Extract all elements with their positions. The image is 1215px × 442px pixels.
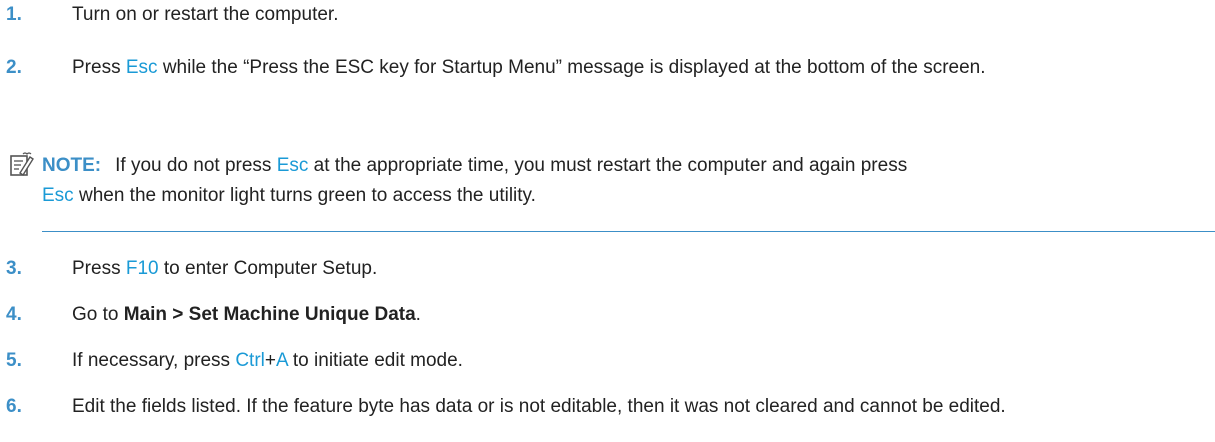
step-text: Turn on or restart the computer. bbox=[72, 4, 339, 25]
note-divider bbox=[42, 231, 1215, 232]
step-number: 6. bbox=[6, 396, 22, 417]
key-a: A bbox=[276, 350, 288, 371]
step-text: If necessary, press Ctrl+A to initiate e… bbox=[72, 350, 463, 371]
step-text: Press F10 to enter Computer Setup. bbox=[72, 258, 378, 279]
note-text: NOTE: If you do not press Esc at the appr… bbox=[42, 155, 908, 206]
menu-path: Main > Set Machine Unique Data bbox=[123, 304, 416, 325]
key-ctrl: Ctrl bbox=[235, 350, 265, 371]
step-text: Edit the fields listed. If the feature b… bbox=[72, 396, 1006, 417]
key-esc: Esc bbox=[276, 155, 309, 176]
step-number: 2. bbox=[6, 57, 22, 78]
step-text: Press Esc while the “Press the ESC key f… bbox=[72, 57, 986, 78]
key-esc: Esc bbox=[125, 57, 158, 78]
note-box: NOTE: If you do not press Esc at the appr… bbox=[0, 151, 1215, 232]
document-page: 1. Turn on or restart the computer. 2. P… bbox=[0, 0, 1215, 442]
step-number: 4. bbox=[6, 304, 22, 325]
key-esc: Esc bbox=[42, 185, 74, 206]
step-number: 3. bbox=[6, 258, 22, 279]
step-number: 5. bbox=[6, 350, 22, 371]
note-label: NOTE: bbox=[42, 155, 102, 176]
step-number: 1. bbox=[6, 4, 22, 25]
step-text: Go to Main > Set Machine Unique Data. bbox=[72, 304, 421, 325]
note-icon bbox=[10, 152, 34, 176]
key-f10: F10 bbox=[125, 258, 159, 279]
